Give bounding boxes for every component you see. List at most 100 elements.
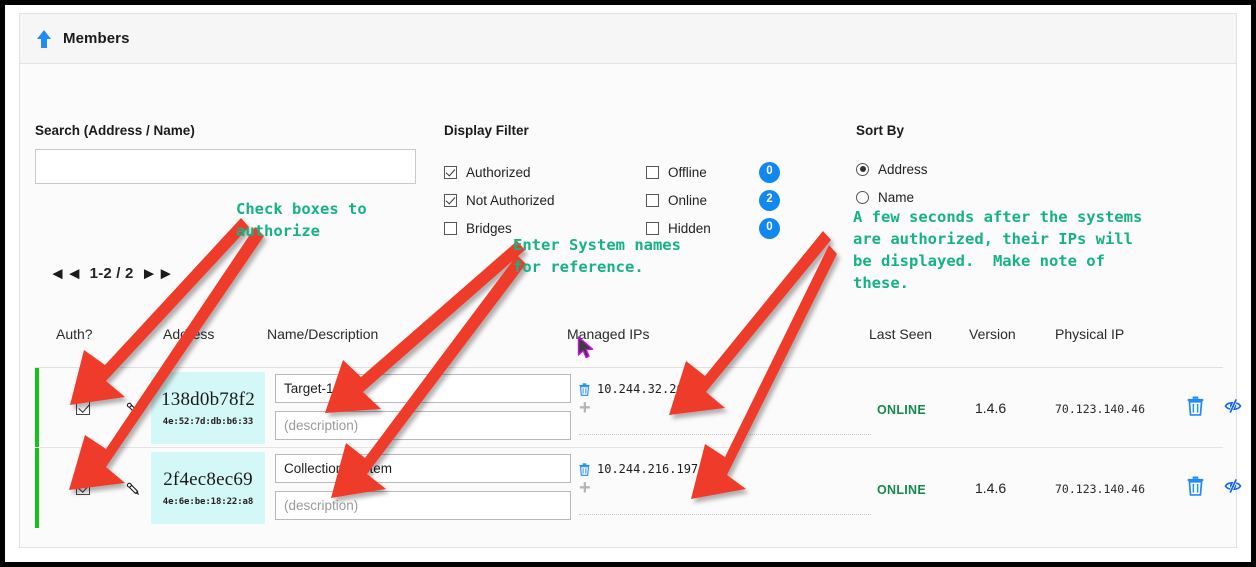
status-badge: ONLINE xyxy=(877,483,927,497)
radio-address[interactable] xyxy=(856,162,869,176)
trash-icon[interactable] xyxy=(579,382,590,396)
pagination-range: 1-2 / 2 xyxy=(89,265,134,282)
table-row: 2f4ec8ec69 4e:6e:be:18:22:a8 Collection … xyxy=(35,448,1242,528)
count-badge-offline: 0 xyxy=(759,161,780,183)
node-mac: 4e:6e:be:18:22:a8 xyxy=(162,497,254,507)
checkbox-bridges[interactable] xyxy=(444,221,457,235)
node-id: 138d0b78f2 xyxy=(161,389,255,410)
trash-icon[interactable] xyxy=(1187,396,1204,416)
name-description-cell xyxy=(275,454,571,520)
annotation-check-boxes: Check boxes to authorize xyxy=(236,200,367,240)
checkbox-authorized[interactable] xyxy=(444,165,457,179)
eye-slash-icon[interactable] xyxy=(1223,476,1243,496)
row-hide-cell xyxy=(1223,476,1243,501)
search-label: Search (Address / Name) xyxy=(35,123,195,138)
managed-ip-value: 10.244.32.26 xyxy=(597,382,684,396)
row-delete-cell xyxy=(1187,396,1204,421)
plus-icon[interactable]: + xyxy=(579,398,593,418)
table-row: 138d0b78f2 4e:52:7d:db:b6:33 Target-1 (d… xyxy=(35,368,1242,448)
filter-item-online[interactable]: Online xyxy=(646,186,711,214)
display-filter-column-two: Offline Online Hidden xyxy=(646,158,711,242)
filter-label-authorized: Authorized xyxy=(466,164,531,180)
managed-ips-cell: 10.244.32.26 + xyxy=(579,380,871,435)
column-header-version: Version xyxy=(969,326,1016,342)
row-authorize-checkbox[interactable] xyxy=(76,481,90,495)
sort-by-title: Sort By xyxy=(856,123,905,138)
count-badge-online: 2 xyxy=(759,189,780,211)
checkbox-not-authorized[interactable] xyxy=(444,193,457,207)
page-title: Members xyxy=(63,30,130,47)
managed-ips-divider xyxy=(579,514,871,515)
filter-item-authorized[interactable]: Authorized xyxy=(444,158,555,186)
member-description-input[interactable] xyxy=(275,411,571,440)
filter-item-not-authorized[interactable]: Not Authorized xyxy=(444,186,555,214)
address-cell[interactable]: 138d0b78f2 4e:52:7d:db:b6:33 xyxy=(151,372,265,444)
badge-row-hidden: 0 xyxy=(759,214,780,242)
pencil-icon[interactable] xyxy=(124,400,144,420)
double-chevron-right-icon[interactable]: ►► xyxy=(141,265,175,282)
last-seen-cell: ONLINE xyxy=(877,401,926,419)
address-cell[interactable]: 2f4ec8ec69 4e:6e:be:18:22:a8 xyxy=(151,452,265,524)
page-canvas: Members Search (Address / Name) Display … xyxy=(5,5,1251,562)
trash-icon[interactable] xyxy=(1187,476,1204,496)
node-id: 2f4ec8ec69 xyxy=(163,469,253,490)
managed-ip-entry: 10.244.216.197 xyxy=(579,460,871,478)
version-cell: 1.4.6 xyxy=(975,400,1007,416)
display-filter-column-one: Authorized Not Authorized Bridges xyxy=(444,158,555,242)
managed-ips-divider xyxy=(579,434,871,435)
version-cell: 1.4.6 xyxy=(975,480,1007,496)
search-block: Search (Address / Name) xyxy=(35,123,429,184)
count-badge-hidden: 0 xyxy=(759,217,780,239)
mouse-cursor xyxy=(577,336,594,359)
filter-label-offline: Offline xyxy=(668,164,707,180)
member-name-input[interactable] xyxy=(275,454,571,483)
eye-slash-icon[interactable] xyxy=(1223,396,1243,416)
managed-ips-cell: 10.244.216.197 + xyxy=(579,460,871,515)
column-header-auth: Auth? xyxy=(56,326,93,342)
double-chevron-left-icon[interactable]: ◄◄ xyxy=(49,265,83,282)
display-filter-block: Display Filter Authorized Not Authorized… xyxy=(444,123,844,239)
column-header-name: Name/Description xyxy=(267,326,379,342)
annotation-ips-displayed: A few seconds after the systems are auth… xyxy=(853,208,1143,292)
row-hide-cell xyxy=(1223,396,1243,421)
row-status-marker xyxy=(35,448,39,528)
row-status-marker xyxy=(35,368,39,447)
member-description-input[interactable] xyxy=(275,491,571,520)
auth-checkbox-cell xyxy=(76,401,90,415)
row-authorize-checkbox[interactable] xyxy=(76,401,90,415)
pencil-icon[interactable] xyxy=(124,480,144,500)
filter-label-not-authorized: Not Authorized xyxy=(466,192,555,208)
badge-row-online: 2 xyxy=(759,186,780,214)
plus-icon[interactable]: + xyxy=(579,478,593,498)
filter-label-bridges: Bridges xyxy=(466,220,512,236)
pagination: ◄◄ 1-2 / 2 ►► xyxy=(49,265,174,282)
row-edit-cell xyxy=(124,480,144,500)
name-description-cell xyxy=(275,374,571,440)
members-table: Auth? Address Name/Description Managed I… xyxy=(35,312,1242,528)
column-header-physical-ip: Physical IP xyxy=(1055,326,1125,342)
sort-by-block: Sort By Address Name xyxy=(856,123,1236,211)
managed-ip-value: 10.244.216.197 xyxy=(597,462,699,476)
sort-option-address[interactable]: Address xyxy=(856,155,1236,183)
physical-ip-cell: 70.123.140.46 xyxy=(1055,402,1146,416)
up-arrow-icon[interactable] xyxy=(37,29,51,48)
panel-header: Members xyxy=(20,14,1236,64)
search-input[interactable] xyxy=(35,149,416,184)
checkbox-offline[interactable] xyxy=(646,165,659,179)
sort-label-name: Name xyxy=(878,189,915,205)
last-seen-cell: ONLINE xyxy=(877,481,926,499)
physical-ip-cell: 70.123.140.46 xyxy=(1055,482,1146,496)
radio-name[interactable] xyxy=(856,190,869,204)
member-name-input[interactable] xyxy=(275,374,571,403)
checkbox-online[interactable] xyxy=(646,193,659,207)
row-edit-cell xyxy=(124,400,144,420)
filter-item-offline[interactable]: Offline xyxy=(646,158,711,186)
auth-checkbox-cell xyxy=(76,481,90,495)
table-header-row: Auth? Address Name/Description Managed I… xyxy=(35,312,1223,368)
sort-label-address: Address xyxy=(878,161,928,177)
column-header-address: Address xyxy=(163,326,215,342)
checkbox-hidden[interactable] xyxy=(646,221,659,235)
filter-label-online: Online xyxy=(668,192,708,208)
annotation-enter-names: Enter System names for reference. xyxy=(513,236,681,276)
trash-icon[interactable] xyxy=(579,462,590,476)
